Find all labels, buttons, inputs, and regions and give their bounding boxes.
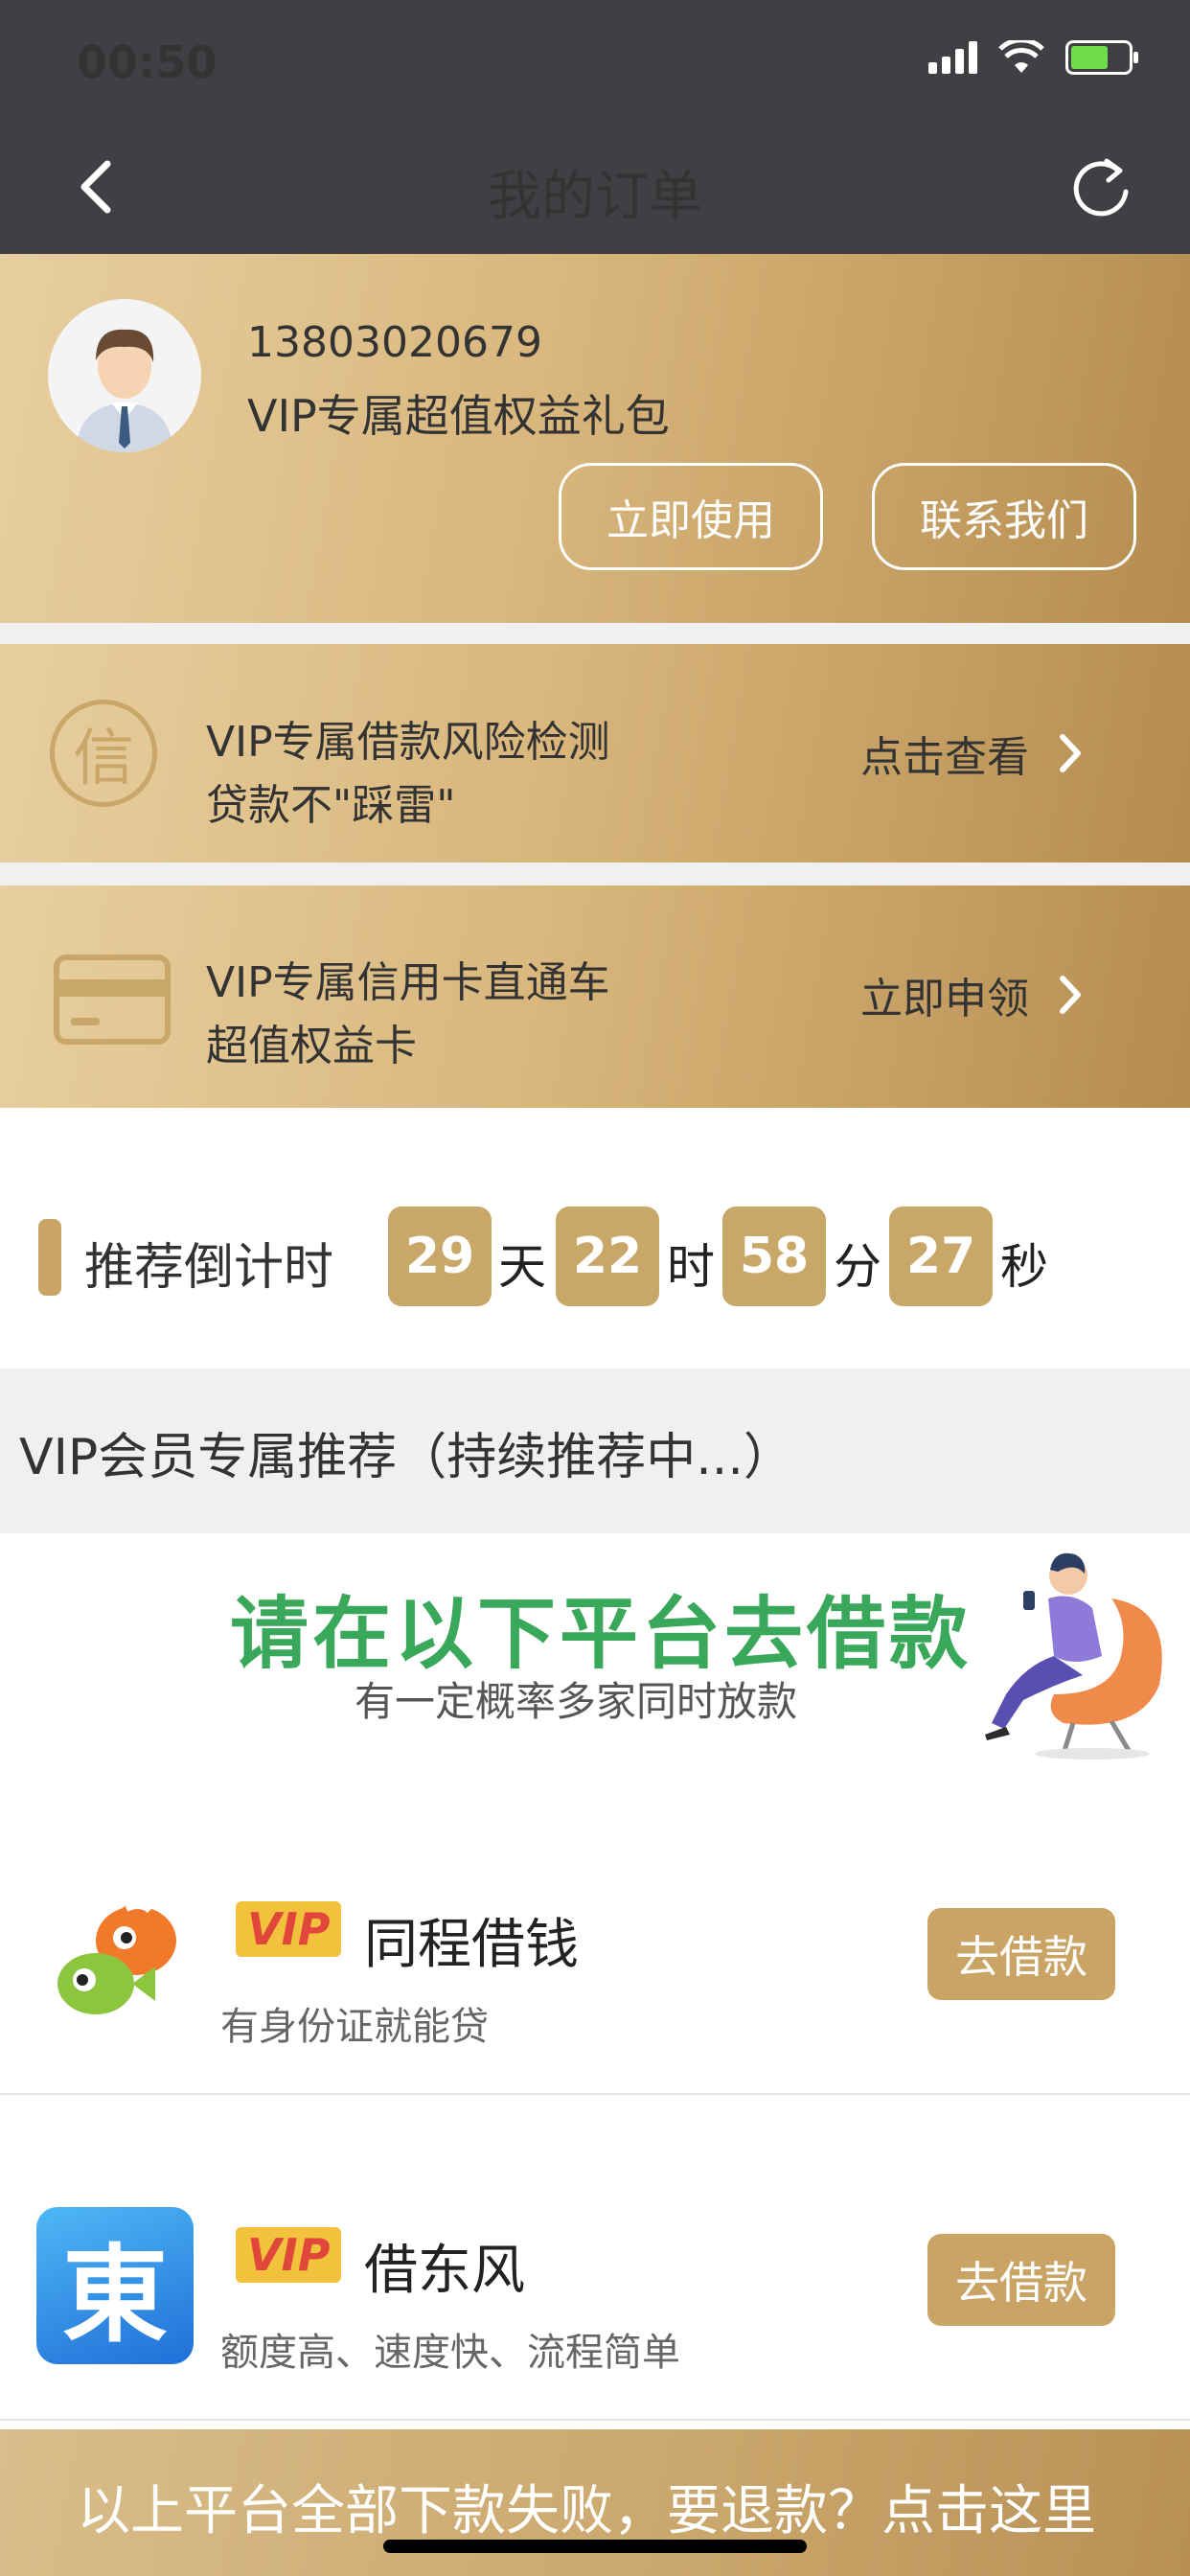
- risk-check-action[interactable]: 点击查看: [860, 723, 1083, 784]
- credit-card-icon: [54, 954, 171, 1045]
- dongfeng-logo-char: 東: [62, 2234, 168, 2357]
- page-title: 我的订单: [488, 166, 702, 228]
- use-now-button[interactable]: 立即使用: [559, 463, 823, 570]
- countdown-minutes: 58: [722, 1207, 826, 1306]
- status-icons: [928, 40, 1138, 75]
- tongcheng-fish-icon: [57, 1903, 176, 2014]
- countdown-days-unit: 天: [498, 1239, 546, 1295]
- credit-card-line1: VIP专属信用卡直通车: [206, 958, 610, 1007]
- lender-name: 借东风: [364, 2240, 525, 2302]
- countdown-seconds: 27: [889, 1207, 993, 1306]
- lender-description: 有身份证就能贷: [220, 2005, 489, 2049]
- contact-us-button[interactable]: 联系我们: [872, 463, 1136, 570]
- countdown-accent-bar: [38, 1219, 61, 1296]
- refund-footer-text: 以上平台全部下款失败，要退款？点击这里: [77, 2480, 1096, 2542]
- lender-description: 额度高、速度快、流程简单: [220, 2331, 680, 2375]
- countdown-label: 推荐倒计时: [84, 1239, 334, 1297]
- countdown-seconds-unit: 秒: [1000, 1239, 1048, 1295]
- credit-card-text: VIP专属信用卡直通车 超值权益卡: [206, 952, 610, 1078]
- risk-check-text: VIP专属借款风险检测 贷款不"踩雷": [206, 711, 610, 838]
- countdown-minutes-unit: 分: [834, 1239, 881, 1295]
- wifi-icon: [998, 40, 1044, 73]
- lender-name: 同程借钱: [364, 1914, 579, 1976]
- chevron-right-icon: [1060, 976, 1081, 1014]
- phone-number: 13803020679: [247, 318, 542, 367]
- battery-icon: [1065, 40, 1138, 75]
- vip-badge: VIP: [236, 2227, 342, 2283]
- borrow-button[interactable]: 去借款: [927, 1908, 1115, 2000]
- credit-seal-icon: 信: [50, 700, 157, 807]
- avatar: [48, 299, 201, 452]
- credit-seal-char: 信: [73, 724, 134, 794]
- borrow-button[interactable]: 去借款: [927, 2234, 1115, 2326]
- refresh-button[interactable]: [1068, 153, 1135, 220]
- risk-check-action-label: 点击查看: [860, 733, 1029, 782]
- person-in-chair-illustration: [985, 1552, 1162, 1760]
- countdown-days: 29: [388, 1207, 492, 1306]
- credit-card-line2: 超值权益卡: [206, 1022, 417, 1070]
- risk-check-line1: VIP专属借款风险检测: [206, 718, 610, 767]
- countdown-hours: 22: [556, 1207, 659, 1306]
- divider: [0, 623, 1190, 644]
- dongfeng-logo-icon: 東: [36, 2207, 194, 2364]
- promo-subline: 有一定概率多家同时放款: [355, 1678, 798, 1725]
- home-indicator[interactable]: [383, 2540, 807, 2553]
- credit-card-action[interactable]: 立即申领: [860, 964, 1083, 1025]
- chevron-right-icon: [1060, 734, 1081, 772]
- signal-icon: [928, 41, 977, 74]
- vip-badge: VIP: [236, 1901, 342, 1957]
- divider: [0, 862, 1190, 886]
- recommend-title: VIP会员专属推荐（持续推荐中...）: [19, 1429, 793, 1486]
- risk-check-line2: 贷款不"踩雷": [206, 781, 456, 830]
- countdown-hours-unit: 时: [667, 1239, 715, 1295]
- status-time: 00:50: [77, 36, 217, 88]
- credit-card-action-label: 立即申领: [860, 975, 1029, 1024]
- promo-headline: 请在以下平台去借款: [230, 1589, 973, 1680]
- vip-package-title: VIP专属超值权益礼包: [247, 390, 670, 442]
